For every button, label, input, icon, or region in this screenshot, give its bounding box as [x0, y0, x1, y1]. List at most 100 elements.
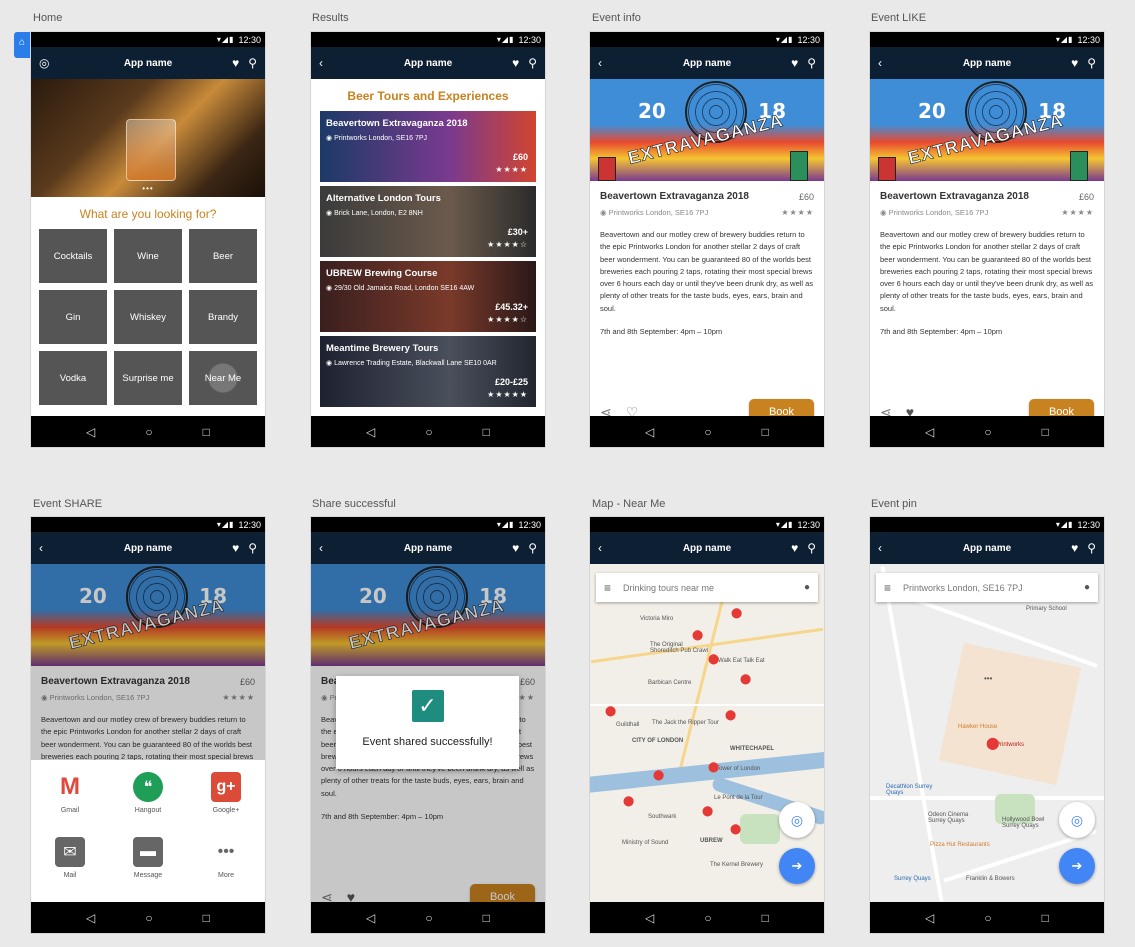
mic-icon[interactable]: ●: [1084, 582, 1090, 593]
search-icon[interactable]: ⚲: [248, 541, 257, 555]
result-card[interactable]: UBREW Brewing Course ◉ 29/30 Old Jamaica…: [320, 261, 536, 332]
menu-icon[interactable]: ≡: [604, 581, 611, 595]
search-icon[interactable]: ⚲: [528, 56, 537, 70]
map-pin-icon[interactable]: ⬤: [708, 762, 719, 773]
back-nav-icon[interactable]: ◁: [925, 911, 934, 925]
recents-nav-icon[interactable]: □: [762, 911, 769, 925]
map-pin-icon[interactable]: ⬤: [623, 796, 634, 807]
category-surprise-me[interactable]: Surprise me: [114, 351, 182, 405]
search-icon[interactable]: ⚲: [248, 56, 257, 70]
share-more[interactable]: ••• More: [187, 837, 265, 902]
map-view[interactable]: Victoria Miro The Original Shoreditch Pu…: [590, 564, 824, 902]
home-nav-icon[interactable]: ○: [704, 911, 711, 925]
back-arrow-icon[interactable]: ‹: [319, 56, 335, 70]
share-gmail[interactable]: M Gmail: [31, 772, 109, 837]
home-nav-icon[interactable]: ○: [984, 425, 991, 439]
share-google-plus[interactable]: g+ Google+: [187, 772, 265, 837]
recents-nav-icon[interactable]: □: [203, 911, 210, 925]
share-message[interactable]: ▬ Message: [109, 837, 187, 902]
map-search-bar[interactable]: ≡ Drinking tours near me ●: [596, 573, 818, 602]
home-nav-icon[interactable]: ○: [425, 425, 432, 439]
search-icon[interactable]: ⚲: [807, 56, 816, 70]
category-gin[interactable]: Gin: [39, 290, 107, 344]
heart-icon[interactable]: ♥: [791, 56, 798, 70]
map-view[interactable]: Primary School Hawker House Printworks D…: [870, 564, 1104, 902]
caption-event-pin: Event pin: [871, 498, 917, 510]
recents-nav-icon[interactable]: □: [1042, 911, 1049, 925]
map-pin-icon[interactable]: ⬤: [605, 706, 616, 717]
result-card[interactable]: Meantime Brewery Tours ◉ Lawrence Tradin…: [320, 336, 536, 407]
home-nav-icon[interactable]: ○: [425, 911, 432, 925]
menu-icon[interactable]: ≡: [884, 581, 891, 595]
back-nav-icon[interactable]: ◁: [366, 425, 375, 439]
back-nav-icon[interactable]: ◁: [925, 425, 934, 439]
home-nav-icon[interactable]: ○: [145, 425, 152, 439]
hangouts-icon: ❝: [133, 772, 163, 802]
result-card[interactable]: Alternative London Tours ◉ Brick Lane, L…: [320, 186, 536, 257]
heart-icon[interactable]: ♥: [791, 541, 798, 555]
back-nav-icon[interactable]: ◁: [86, 911, 95, 925]
share-hangout[interactable]: ❝ Hangout: [109, 772, 187, 837]
search-icon[interactable]: ⚲: [807, 541, 816, 555]
result-card[interactable]: Beavertown Extravaganza 2018 ◉ Printwork…: [320, 111, 536, 182]
directions-button[interactable]: ➔: [779, 848, 815, 884]
screen-event-info: ▾◢▮ 12:30 ‹ App name ♥ ⚲ 20 18 EXTRAVAGANZ…: [590, 32, 824, 447]
recents-nav-icon[interactable]: □: [762, 425, 769, 439]
mic-icon[interactable]: ●: [804, 582, 810, 593]
map-pin-icon[interactable]: ⬤: [692, 630, 703, 641]
map-pin-icon[interactable]: ⬤: [702, 806, 713, 817]
back-arrow-icon[interactable]: ‹: [878, 541, 894, 555]
home-pin-tab[interactable]: ⌂: [14, 32, 30, 58]
map-pin-icon[interactable]: ⬤: [653, 770, 664, 781]
heart-icon[interactable]: ♥: [512, 56, 519, 70]
map-pin-icon[interactable]: ⬤: [725, 710, 736, 721]
category-whiskey[interactable]: Whiskey: [114, 290, 182, 344]
home-nav-icon[interactable]: ○: [145, 911, 152, 925]
category-brandy[interactable]: Brandy: [189, 290, 257, 344]
back-nav-icon[interactable]: ◁: [645, 911, 654, 925]
heart-icon[interactable]: ♥: [512, 541, 519, 555]
map-pin-icon[interactable]: ⬤: [731, 608, 742, 619]
category-vodka[interactable]: Vodka: [39, 351, 107, 405]
share-mail[interactable]: ✉ Mail: [31, 837, 109, 902]
heart-icon[interactable]: ♥: [1071, 56, 1078, 70]
category-wine[interactable]: Wine: [114, 229, 182, 283]
recents-nav-icon[interactable]: □: [1042, 425, 1049, 439]
carousel-dots[interactable]: •••: [31, 184, 265, 193]
screen-event-share: ▾◢▮ 12:30 ‹ App name ♥ ⚲ 20 18 EXTRAVAGANZ…: [31, 517, 265, 933]
category-near-me[interactable]: Near Me: [189, 351, 257, 405]
back-arrow-icon[interactable]: ‹: [319, 541, 335, 555]
map-search-bar[interactable]: ≡ Printworks London, SE16 7PJ ●: [876, 573, 1098, 602]
recents-nav-icon[interactable]: □: [483, 425, 490, 439]
search-icon[interactable]: ⚲: [1087, 541, 1096, 555]
heart-icon[interactable]: ♥: [232, 56, 239, 70]
heart-icon[interactable]: ♥: [1071, 541, 1078, 555]
caption-share-successful: Share successful: [312, 498, 396, 510]
map-search-input[interactable]: Drinking tours near me: [623, 583, 714, 593]
back-nav-icon[interactable]: ◁: [366, 911, 375, 925]
back-nav-icon[interactable]: ◁: [645, 425, 654, 439]
search-icon[interactable]: ⚲: [1087, 56, 1096, 70]
back-arrow-icon[interactable]: ‹: [878, 56, 894, 70]
map-search-input[interactable]: Printworks London, SE16 7PJ: [903, 583, 1023, 593]
map-pin-icon[interactable]: ⬤: [708, 654, 719, 665]
heart-icon[interactable]: ♥: [232, 541, 239, 555]
location-icon[interactable]: ◎: [39, 56, 55, 70]
category-cocktails[interactable]: Cocktails: [39, 229, 107, 283]
search-icon[interactable]: ⚲: [528, 541, 537, 555]
back-arrow-icon[interactable]: ‹: [598, 56, 614, 70]
home-nav-icon[interactable]: ○: [984, 911, 991, 925]
recents-nav-icon[interactable]: □: [203, 425, 210, 439]
my-location-button[interactable]: ◎: [1059, 802, 1095, 838]
recents-nav-icon[interactable]: □: [483, 911, 490, 925]
category-beer[interactable]: Beer: [189, 229, 257, 283]
back-arrow-icon[interactable]: ‹: [39, 541, 55, 555]
directions-button[interactable]: ➔: [1059, 848, 1095, 884]
back-nav-icon[interactable]: ◁: [86, 425, 95, 439]
event-map-pin-icon[interactable]: ⬤: [986, 736, 999, 750]
home-nav-icon[interactable]: ○: [704, 425, 711, 439]
back-arrow-icon[interactable]: ‹: [598, 541, 614, 555]
my-location-button[interactable]: ◎: [779, 802, 815, 838]
map-pin-icon[interactable]: ⬤: [730, 824, 741, 835]
map-pin-icon[interactable]: ⬤: [740, 674, 751, 685]
